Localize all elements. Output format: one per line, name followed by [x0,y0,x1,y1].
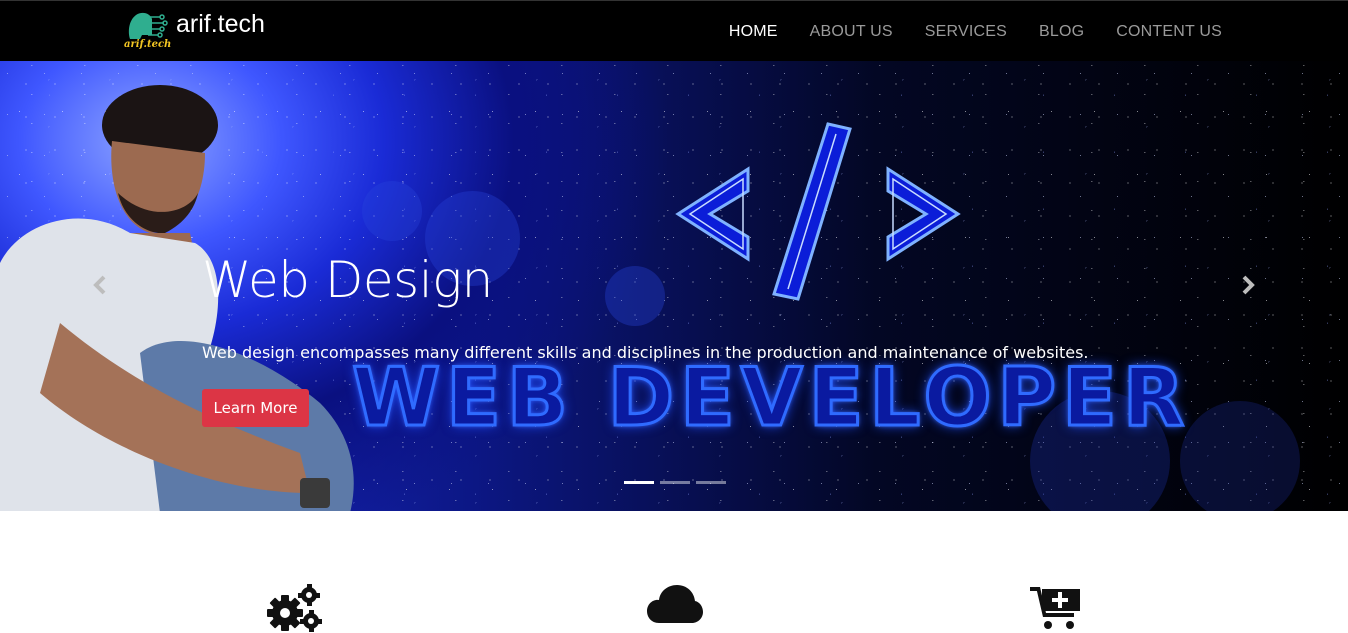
nav-about-us[interactable]: ABOUT US [810,23,893,41]
hero-title: Web Design [202,251,493,309]
code-brackets-icon [675,122,961,301]
brand[interactable]: arif.tech arif.tech [124,9,265,53]
brand-name: arif.tech [176,9,265,38]
nav-home[interactable]: HOME [729,23,778,41]
brand-logo: arif.tech [124,9,172,53]
hero-description: Web design encompasses many different sk… [202,343,1089,362]
nav-blog[interactable]: BLOG [1039,23,1084,41]
carousel-indicator-2[interactable] [660,481,690,484]
hero-carousel: WEB DEVELOPER Web Design Web design enco… [0,61,1348,511]
web-developer-banner: WEB DEVELOPER [350,350,1191,446]
chevron-right-icon[interactable] [1236,273,1260,297]
bokeh-bubble [1180,401,1300,511]
carousel-indicator-3[interactable] [696,481,726,484]
navbar: arif.tech arif.tech HOME ABOUT US SERVIC… [0,0,1348,61]
main-nav: HOME ABOUT US SERVICES BLOG CONTENT US [729,23,1222,41]
bokeh-bubble [605,266,665,326]
carousel-indicators [624,481,726,484]
cart-plus-icon [1030,587,1080,629]
carousel-indicator-1[interactable] [624,481,654,484]
nav-services[interactable]: SERVICES [925,23,1007,41]
features-section [0,511,1348,633]
cloud-icon [647,585,703,623]
logo-text: arif.tech [124,39,172,50]
gears-icon [267,584,322,632]
bokeh-bubble [362,181,422,241]
chevron-left-icon[interactable] [88,273,112,297]
learn-more-button[interactable]: Learn More [202,389,309,427]
nav-content-us[interactable]: CONTENT US [1116,23,1222,41]
circuit-head-icon [128,12,168,39]
